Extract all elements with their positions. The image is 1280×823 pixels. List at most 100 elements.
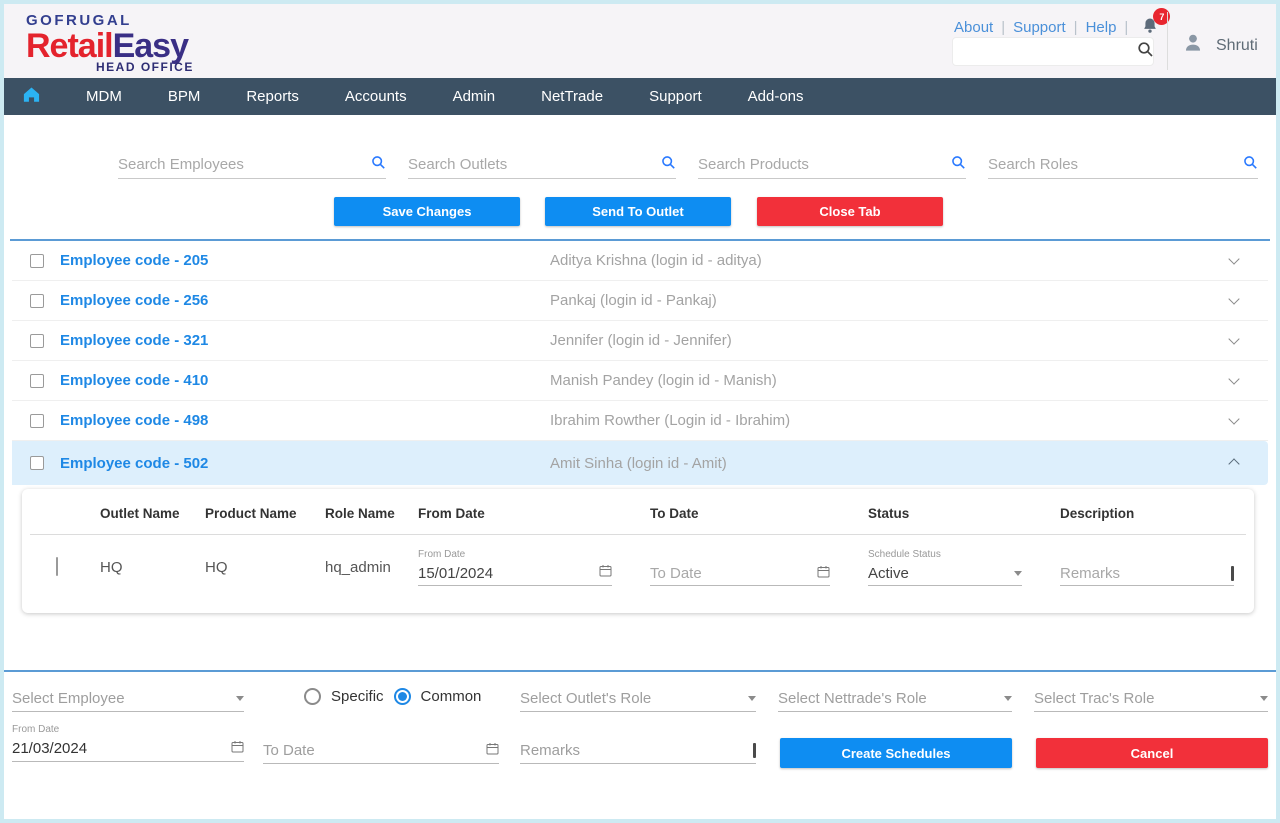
remarks-placeholder[interactable]: Remarks	[1060, 565, 1120, 582]
select-employee-dropdown[interactable]: Select Employee	[12, 686, 244, 712]
close-tab-button[interactable]: Close Tab	[757, 197, 943, 226]
row-checkbox[interactable]	[30, 374, 44, 388]
nav-item-nettrade[interactable]: NetTrade	[518, 88, 626, 105]
nav-item-admin[interactable]: Admin	[430, 88, 519, 105]
cancel-button[interactable]: Cancel	[1036, 738, 1268, 768]
from-date-field[interactable]: From Date 21/03/2024	[12, 724, 244, 762]
dropdown-arrow-icon	[1014, 571, 1022, 576]
header-search-input[interactable]	[961, 44, 1137, 59]
nav-item-mdm[interactable]: MDM	[63, 88, 145, 105]
calendar-icon[interactable]	[486, 742, 499, 760]
row-checkbox[interactable]	[30, 334, 44, 348]
calendar-icon[interactable]	[231, 740, 244, 758]
to-date-placeholder[interactable]: To Date	[650, 565, 702, 582]
employee-code[interactable]: Employee code - 410	[60, 372, 208, 389]
col-description: Description	[1048, 506, 1246, 521]
schedule-row-checkbox[interactable]	[56, 557, 58, 576]
status-label: Schedule Status	[868, 549, 1022, 560]
search-employees-field[interactable]	[118, 151, 386, 179]
employee-row-502[interactable]: Employee code - 502 Amit Sinha (login id…	[12, 441, 1268, 485]
support-link[interactable]: Support	[1013, 19, 1066, 36]
schedule-detail-card: Outlet Name Product Name Role Name From …	[22, 489, 1254, 613]
nav-item-addons[interactable]: Add-ons	[725, 88, 827, 105]
chevron-up-icon[interactable]	[1228, 458, 1239, 469]
to-date-field[interactable]: To Date	[263, 738, 499, 764]
common-radio[interactable]	[394, 688, 411, 705]
from-date-value[interactable]: 15/01/2024	[418, 565, 493, 582]
search-roles-field[interactable]	[988, 151, 1258, 179]
col-outlet-name: Outlet Name	[88, 506, 193, 521]
outlet-role-placeholder[interactable]: Select Outlet's Role	[520, 690, 651, 707]
employee-name: Manish Pandey (login id - Manish)	[550, 372, 777, 389]
status-dropdown[interactable]: Schedule Status Active	[868, 549, 1022, 586]
nav-home[interactable]	[22, 85, 41, 109]
chevron-down-icon[interactable]	[1228, 373, 1239, 384]
employee-code[interactable]: Employee code - 205	[60, 252, 208, 269]
search-products-input[interactable]	[698, 156, 951, 173]
select-employee-placeholder[interactable]: Select Employee	[12, 690, 125, 707]
to-date-field[interactable]: To Date	[650, 562, 830, 586]
employee-row-498[interactable]: Employee code - 498 Ibrahim Rowther (Log…	[12, 401, 1268, 441]
trac-role-placeholder[interactable]: Select Trac's Role	[1034, 690, 1154, 707]
header-search[interactable]	[952, 37, 1154, 66]
schedule-table-header: Outlet Name Product Name Role Name From …	[30, 493, 1246, 535]
chevron-down-icon[interactable]	[1228, 293, 1239, 304]
from-date-field[interactable]: From Date 15/01/2024	[418, 549, 612, 586]
employee-row-205[interactable]: Employee code - 205 Aditya Krishna (logi…	[12, 241, 1268, 281]
employee-row-256[interactable]: Employee code - 256 Pankaj (login id - P…	[12, 281, 1268, 321]
search-employees-input[interactable]	[118, 156, 371, 173]
employee-code[interactable]: Employee code - 502	[60, 455, 208, 472]
row-checkbox[interactable]	[30, 254, 44, 268]
row-checkbox[interactable]	[30, 294, 44, 308]
col-from-date: From Date	[406, 506, 638, 521]
nav-item-accounts[interactable]: Accounts	[322, 88, 430, 105]
home-icon	[22, 85, 41, 109]
calendar-icon[interactable]	[599, 564, 612, 582]
employee-code[interactable]: Employee code - 256	[60, 292, 208, 309]
outlet-role-dropdown[interactable]: Select Outlet's Role	[520, 686, 756, 712]
nav-item-bpm[interactable]: BPM	[145, 88, 224, 105]
status-value[interactable]: Active	[868, 565, 909, 582]
send-to-outlet-button[interactable]: Send To Outlet	[545, 197, 731, 226]
to-date-placeholder[interactable]: To Date	[263, 742, 315, 759]
remarks-placeholder[interactable]: Remarks	[520, 742, 580, 759]
user-profile[interactable]: Shruti	[1180, 30, 1258, 61]
col-to-date: To Date	[638, 506, 856, 521]
notification-bell[interactable]: 7	[1140, 16, 1162, 38]
remarks-field[interactable]: Remarks	[1060, 562, 1234, 586]
save-changes-button[interactable]: Save Changes	[334, 197, 520, 226]
specific-radio[interactable]	[304, 688, 321, 705]
search-outlets-input[interactable]	[408, 156, 661, 173]
schedule-table-row: HQ HQ hq_admin From Date 15/01/2024 To D…	[30, 535, 1246, 599]
nettrade-role-dropdown[interactable]: Select Nettrade's Role	[778, 686, 1012, 712]
help-link[interactable]: Help	[1086, 19, 1117, 36]
chevron-down-icon[interactable]	[1228, 253, 1239, 264]
product-name: RetailEasy	[26, 29, 194, 63]
employee-row-321[interactable]: Employee code - 321 Jennifer (login id -…	[12, 321, 1268, 361]
search-outlets-field[interactable]	[408, 151, 676, 179]
about-link[interactable]: About	[954, 19, 993, 36]
outlet-value: HQ	[88, 559, 193, 576]
app-window: GOFRUGAL RetailEasy HEAD OFFICE About | …	[0, 0, 1280, 823]
employee-row-410[interactable]: Employee code - 410 Manish Pandey (login…	[12, 361, 1268, 401]
specific-radio-label[interactable]: Specific	[331, 688, 384, 705]
nav-item-reports[interactable]: Reports	[223, 88, 322, 105]
search-roles-input[interactable]	[988, 156, 1243, 173]
chevron-down-icon[interactable]	[1228, 413, 1239, 424]
chevron-down-icon[interactable]	[1228, 333, 1239, 344]
nav-item-support[interactable]: Support	[626, 88, 725, 105]
row-checkbox[interactable]	[30, 456, 44, 470]
search-products-field[interactable]	[698, 151, 966, 179]
common-radio-label[interactable]: Common	[421, 688, 482, 705]
nettrade-role-placeholder[interactable]: Select Nettrade's Role	[778, 690, 927, 707]
employee-code[interactable]: Employee code - 498	[60, 412, 208, 429]
product-value: HQ	[193, 559, 313, 576]
col-product-name: Product Name	[193, 506, 313, 521]
from-date-value[interactable]: 21/03/2024	[12, 740, 87, 757]
employee-code[interactable]: Employee code - 321	[60, 332, 208, 349]
calendar-icon[interactable]	[817, 565, 830, 583]
row-checkbox[interactable]	[30, 414, 44, 428]
trac-role-dropdown[interactable]: Select Trac's Role	[1034, 686, 1268, 712]
create-schedules-button[interactable]: Create Schedules	[780, 738, 1012, 768]
remarks-field[interactable]: Remarks	[520, 738, 756, 764]
